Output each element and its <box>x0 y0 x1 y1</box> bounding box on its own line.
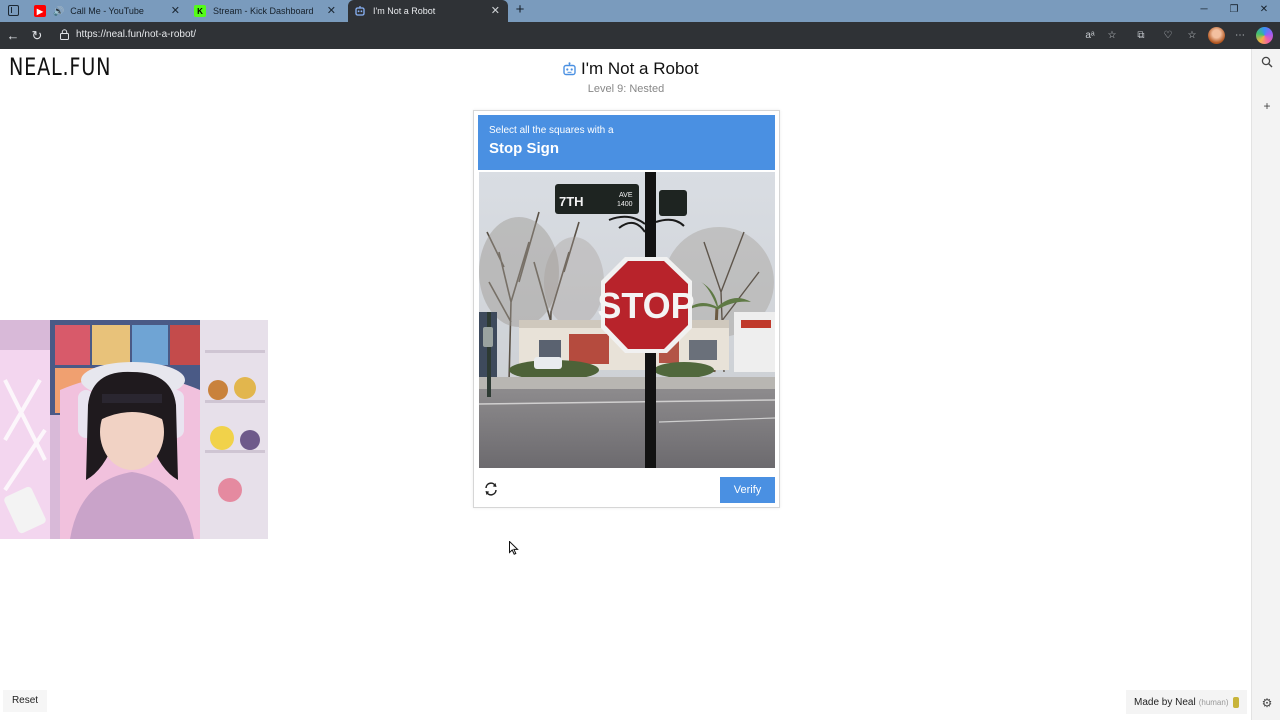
read-aloud-icon[interactable]: a͏ᵃ <box>1082 28 1098 44</box>
tab-label: Call Me - YouTube <box>70 6 144 16</box>
verify-button[interactable]: Verify <box>720 477 775 503</box>
robot-icon <box>354 5 366 17</box>
captcha-instruction: Select all the squares with a <box>489 125 614 136</box>
favorites-icon[interactable]: ☆ <box>1184 28 1200 44</box>
battery-icon <box>1232 696 1239 708</box>
credit-note: (human) <box>1198 697 1229 707</box>
credit-text: Made by Neal <box>1134 696 1196 708</box>
copilot-icon[interactable] <box>1256 27 1273 44</box>
svg-text:7TH: 7TH <box>559 194 584 209</box>
captcha-widget: Select all the squares with a Stop Sign <box>473 110 780 508</box>
parked-car <box>534 357 562 369</box>
mouse-cursor-icon <box>509 541 519 555</box>
close-tab-icon[interactable]: ✕ <box>327 5 336 17</box>
reset-button[interactable]: Reset <box>3 690 47 712</box>
svg-text:STOP: STOP <box>597 285 694 326</box>
tab-kick[interactable]: K Stream - Kick Dashboard ✕ <box>192 0 344 22</box>
sidewalk <box>479 377 775 389</box>
tab-youtube[interactable]: ▶ 🔊 Call Me - YouTube ✕ <box>32 0 188 22</box>
site-logo[interactable]: NEAL.FUN <box>9 53 111 81</box>
favorite-star-icon[interactable]: ☆ <box>1104 28 1120 44</box>
captcha-target: Stop Sign <box>489 140 559 157</box>
lock-icon[interactable] <box>60 29 69 40</box>
level-label: Level 9: Nested <box>587 83 665 95</box>
add-sidebar-app-icon[interactable]: + <box>1259 98 1275 114</box>
extensions-icon[interactable]: ⧉ <box>1133 28 1149 44</box>
close-tab-icon[interactable]: ✕ <box>171 5 180 17</box>
stop-sign: STOP <box>597 257 695 353</box>
minimize-icon[interactable]: ─ <box>1197 3 1211 17</box>
url-field[interactable]: https://neal.fun/not-a-robot/ <box>76 29 196 40</box>
close-window-icon[interactable]: ✕ <box>1257 3 1271 17</box>
page-content: NEAL.FUN I'm Not a Robot Level 9: Nested… <box>0 49 1251 720</box>
robot-icon <box>563 62 576 76</box>
search-icon[interactable] <box>1259 56 1275 72</box>
settings-gear-icon[interactable]: ⚙ <box>1259 695 1275 711</box>
tree-canopy-mid <box>544 237 604 327</box>
profile-avatar[interactable] <box>1208 27 1225 44</box>
back-icon[interactable]: ← <box>5 28 21 44</box>
svg-text:AVE: AVE <box>619 192 633 199</box>
browser-sidebar: + ⚙ <box>1251 49 1280 720</box>
page-title: I'm Not a Robot <box>581 59 699 78</box>
new-tab-button[interactable]: + <box>512 2 528 18</box>
reload-icon[interactable]: ↻ <box>29 28 45 44</box>
more-menu-icon[interactable]: ⋯ <box>1232 28 1248 44</box>
made-by-credit[interactable]: Made by Neal (human) <box>1126 690 1247 714</box>
close-tab-icon[interactable]: ✕ <box>491 5 500 17</box>
youtube-icon: ▶ <box>34 5 46 17</box>
tab-label: Stream - Kick Dashboard <box>213 6 314 16</box>
svg-text:1400: 1400 <box>617 201 633 208</box>
webcam-overlay <box>0 320 268 539</box>
speaker-icon[interactable]: 🔊 <box>53 6 64 17</box>
browser-essentials-icon[interactable]: ♡ <box>1160 28 1176 44</box>
browser-tab-strip: ▶ 🔊 Call Me - YouTube ✕ K Stream - Kick … <box>0 0 1280 22</box>
captcha-image[interactable]: 7TH AVE 1400 STOP <box>479 172 775 468</box>
captcha-header: Select all the squares with a Stop Sign <box>478 115 775 170</box>
tab-label: I'm Not a Robot <box>373 6 436 16</box>
kick-icon: K <box>194 5 206 17</box>
address-bar: ← ↻ https://neal.fun/not-a-robot/ a͏ᵃ ☆ … <box>0 22 1280 49</box>
maximize-icon[interactable]: ❐ <box>1227 3 1241 17</box>
tab-actions-icon[interactable] <box>8 5 19 16</box>
refresh-icon[interactable] <box>483 481 499 497</box>
tab-not-a-robot[interactable]: I'm Not a Robot ✕ <box>348 0 508 22</box>
